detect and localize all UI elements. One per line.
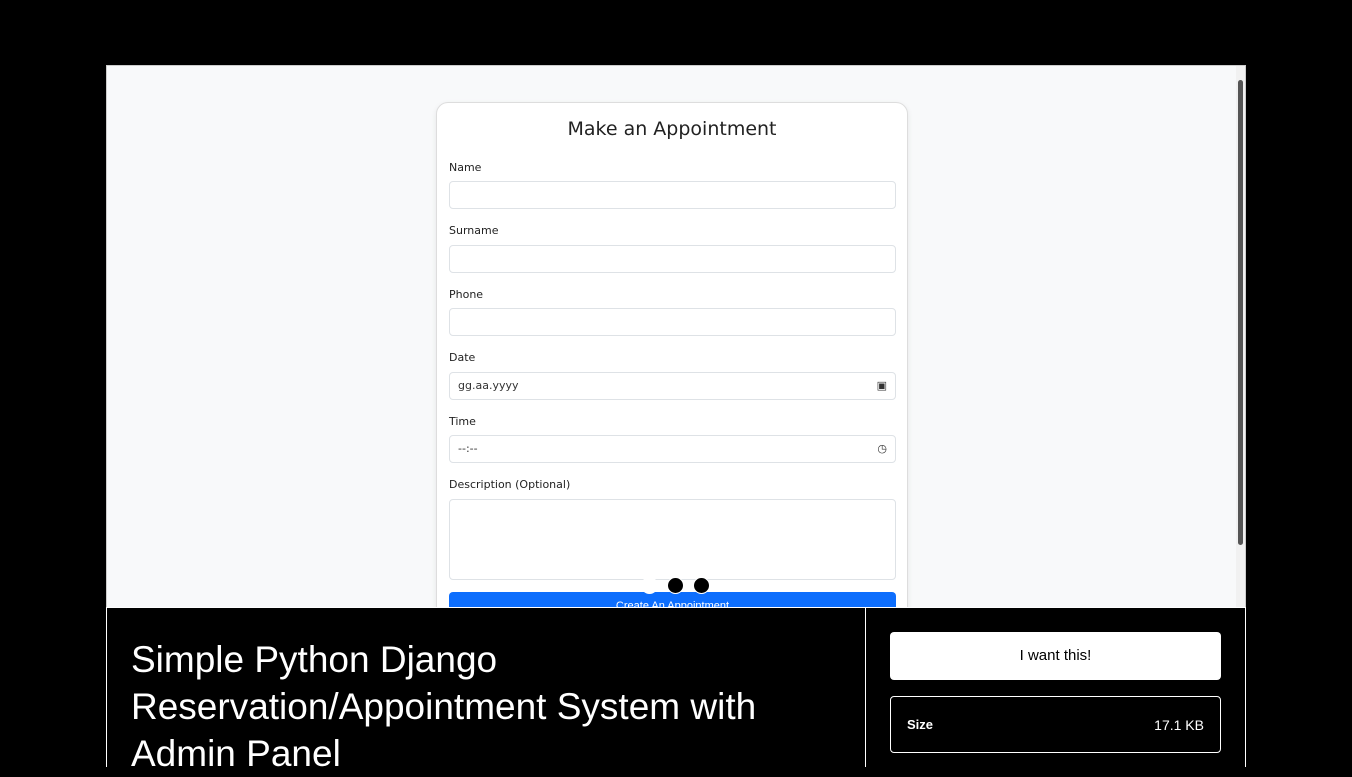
surname-label: Surname: [449, 224, 499, 237]
name-input[interactable]: [449, 181, 896, 209]
carousel-dots: [641, 577, 719, 599]
surname-input[interactable]: [449, 245, 896, 273]
form-title: Make an Appointment: [567, 118, 777, 140]
carousel-dot[interactable]: [667, 577, 684, 594]
scrollbar[interactable]: [1236, 66, 1245, 607]
product-title: Simple Python Django Reservation/Appoint…: [131, 639, 757, 774]
time-label: Time: [449, 415, 476, 428]
i-want-this-button[interactable]: I want this!: [890, 632, 1221, 680]
date-input[interactable]: gg.aa.yyyy ▣: [449, 372, 896, 400]
date-label: Date: [449, 351, 476, 364]
product-info: Simple Python Django Reservation/Appoint…: [106, 607, 866, 774]
phone-input[interactable]: [449, 308, 896, 336]
time-value: --:--: [458, 442, 478, 455]
phone-label: Phone: [449, 288, 484, 301]
scrollbar-thumb[interactable]: [1238, 80, 1243, 545]
appointment-form: Make an Appointment Name Surname Phone D…: [436, 102, 908, 607]
size-label: Size: [907, 717, 934, 732]
size-value: 17.1 KB: [1154, 716, 1204, 733]
size-box: Size 17.1 KB: [890, 696, 1221, 753]
description-textarea[interactable]: [449, 499, 896, 580]
name-label: Name: [449, 161, 482, 174]
date-value: gg.aa.yyyy: [458, 379, 519, 392]
preview-frame: Make an Appointment Name Surname Phone D…: [106, 65, 1246, 608]
clock-icon[interactable]: ◷: [877, 436, 887, 462]
description-label: Description (Optional): [449, 478, 571, 491]
carousel-dot[interactable]: [641, 577, 658, 594]
purchase-panel: I want this! Size 17.1 KB: [865, 607, 1246, 767]
carousel-dot[interactable]: [693, 577, 710, 594]
calendar-icon[interactable]: ▣: [877, 373, 887, 399]
time-input[interactable]: --:-- ◷: [449, 435, 896, 463]
